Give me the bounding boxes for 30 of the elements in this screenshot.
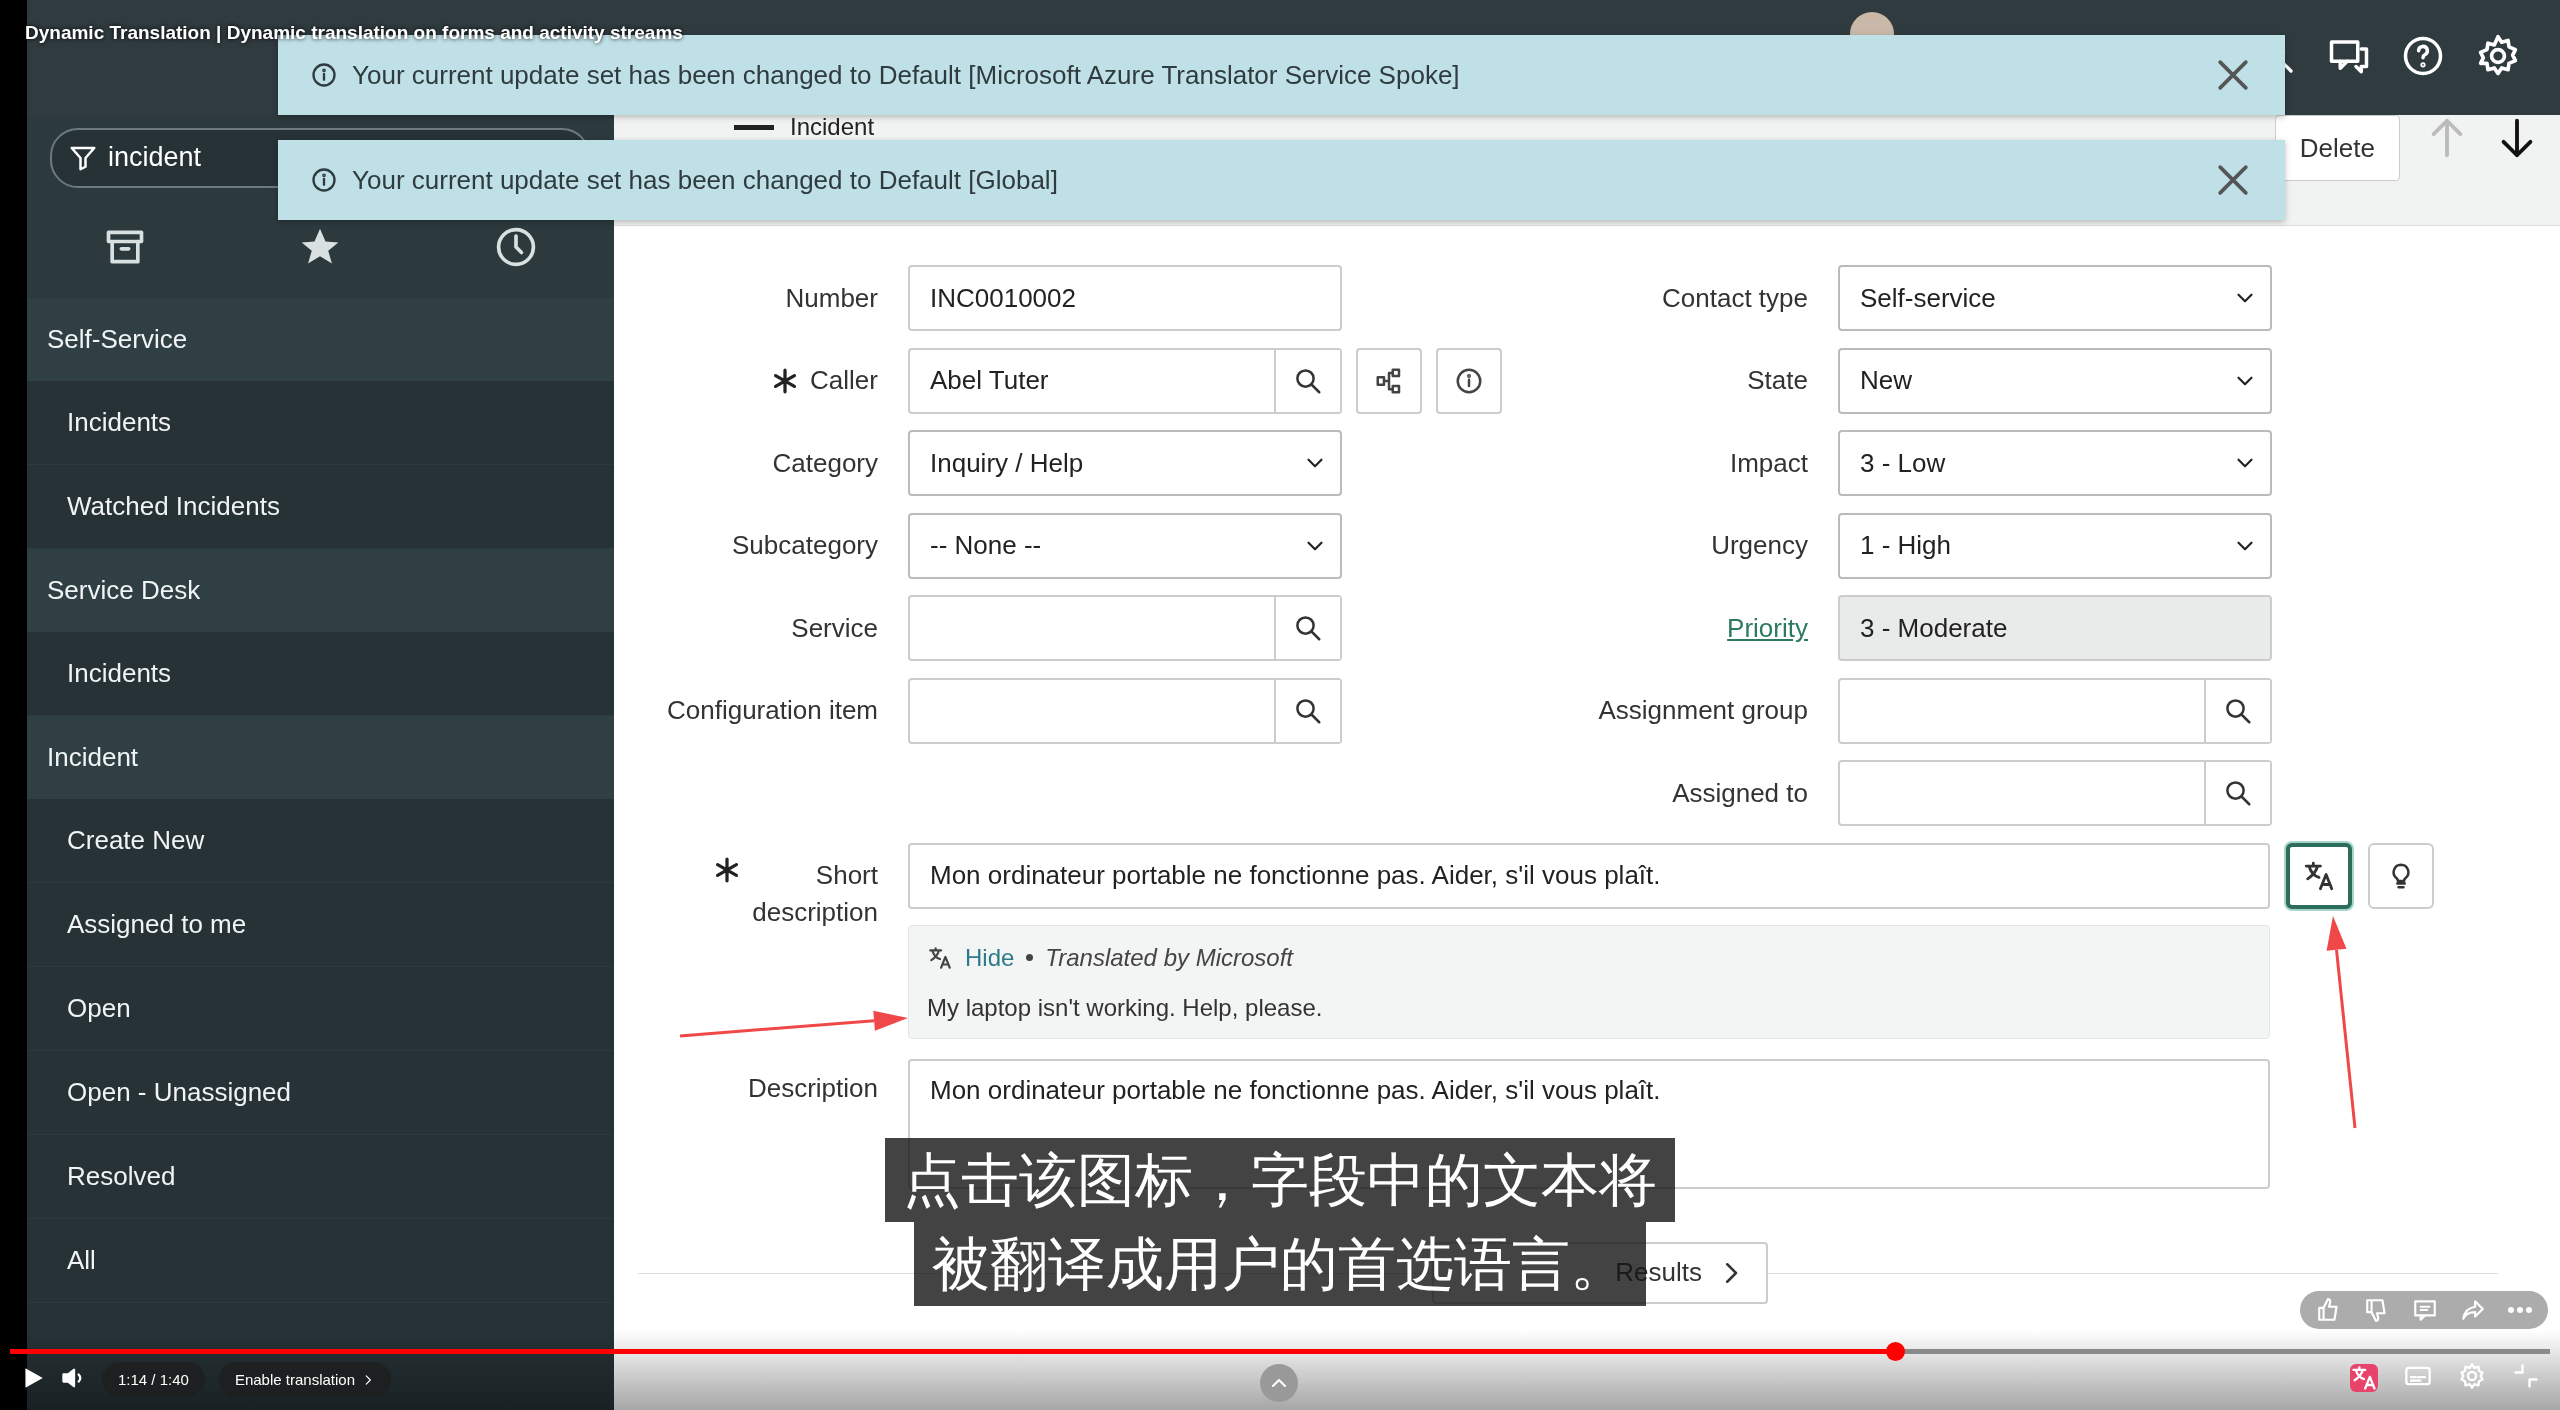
reference-value: Abel Tuter [929, 365, 1050, 396]
field-label: Subcategory [732, 530, 878, 561]
field-label: Assignment group [1598, 695, 1808, 726]
translated-text: My laptop isn't working. Help, please. [927, 993, 1324, 1022]
select-value: -- None -- [930, 530, 1042, 561]
select-value: New [1860, 365, 1912, 396]
select-value: 3 - Low [1860, 447, 1946, 479]
notification-text: Your current update set has been changed to Default [Microsoft Azure Translator Service Spoke] [352, 59, 1460, 91]
field-label: Configuration item [667, 695, 878, 726]
time-display: 1:14 / 1:40 [102, 1362, 205, 1397]
field-label: Category [772, 447, 878, 479]
readonly-field: 3 - Moderate [1838, 595, 2272, 661]
field-label: Urgency [1711, 530, 1808, 561]
field-label: Impact [1729, 447, 1808, 479]
translation-source: Translated by Microsoft [1045, 943, 1293, 972]
field-label: Service [791, 612, 878, 644]
form-title: Incident [790, 115, 875, 139]
field-label: Number [785, 282, 878, 314]
select-value: Inquiry / Help [930, 447, 1084, 479]
field-label: State [1747, 365, 1808, 396]
select-value: 1 - High [1860, 530, 1952, 561]
field-label: Contact type [1662, 282, 1808, 314]
field-label: Caller [810, 365, 878, 396]
field-label: Short description [752, 858, 878, 930]
notification-text: Your current update set has been changed to Default [Global] [352, 164, 1058, 196]
select-value: Self-service [1860, 282, 1996, 314]
field-label: Assigned to [1672, 777, 1808, 809]
field-label: Description [747, 1072, 878, 1104]
subtitle-overlay: 点击该图标，字段中的文本将 [885, 1138, 1675, 1222]
filter-value: incident [108, 142, 202, 173]
